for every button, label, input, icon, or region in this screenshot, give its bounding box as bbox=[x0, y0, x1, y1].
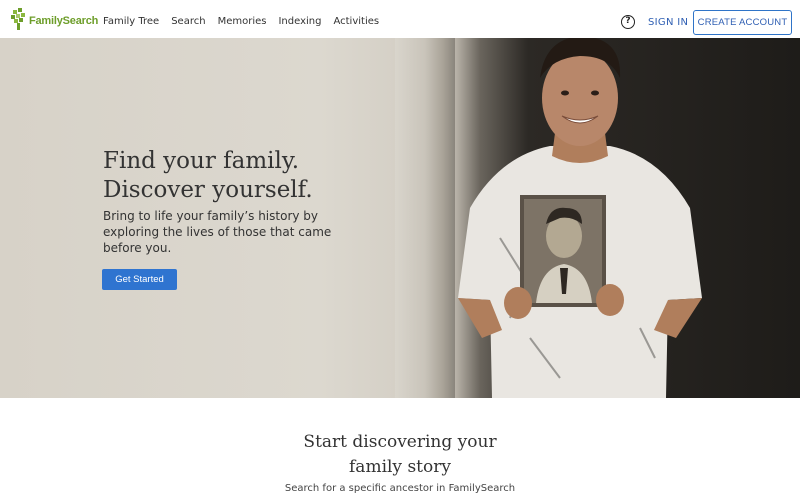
hero-title: Find your family. Discover yourself. bbox=[103, 147, 313, 205]
create-account-button[interactable]: CREATE ACCOUNT bbox=[693, 10, 792, 35]
main-nav: Family Tree Search Memories Indexing Act… bbox=[103, 16, 391, 27]
familysearch-logo[interactable]: FamilySearch bbox=[10, 8, 98, 30]
get-started-button[interactable]: Get Started bbox=[102, 269, 177, 290]
hero-subtitle: Bring to life your family’s history by e… bbox=[103, 209, 332, 255]
nav-memories[interactable]: Memories bbox=[218, 16, 267, 27]
logo-wordmark: FamilySearch bbox=[29, 15, 99, 27]
hero-title-line-2: Discover yourself. bbox=[103, 177, 313, 203]
story-title-line-1: Start discovering your bbox=[303, 432, 497, 452]
story-section-subtitle: Search for a specific ancestor in Family… bbox=[284, 483, 516, 494]
story-title-line-2: family story bbox=[349, 457, 451, 477]
sign-in-link[interactable]: SIGN IN bbox=[648, 17, 688, 28]
hero-photo-boy-holding-portrait bbox=[458, 38, 702, 398]
nav-indexing[interactable]: Indexing bbox=[278, 16, 321, 27]
help-icon[interactable]: ? bbox=[621, 15, 635, 29]
family-tree-icon bbox=[11, 8, 25, 30]
nav-activities[interactable]: Activities bbox=[333, 16, 379, 27]
hero-title-line-1: Find your family. bbox=[103, 148, 300, 174]
hero-banner: Find your family. Discover yourself. Bri… bbox=[0, 38, 800, 398]
nav-search[interactable]: Search bbox=[171, 16, 205, 27]
story-section-title: Start discovering your family story bbox=[200, 430, 600, 480]
nav-family-tree[interactable]: Family Tree bbox=[103, 16, 159, 27]
